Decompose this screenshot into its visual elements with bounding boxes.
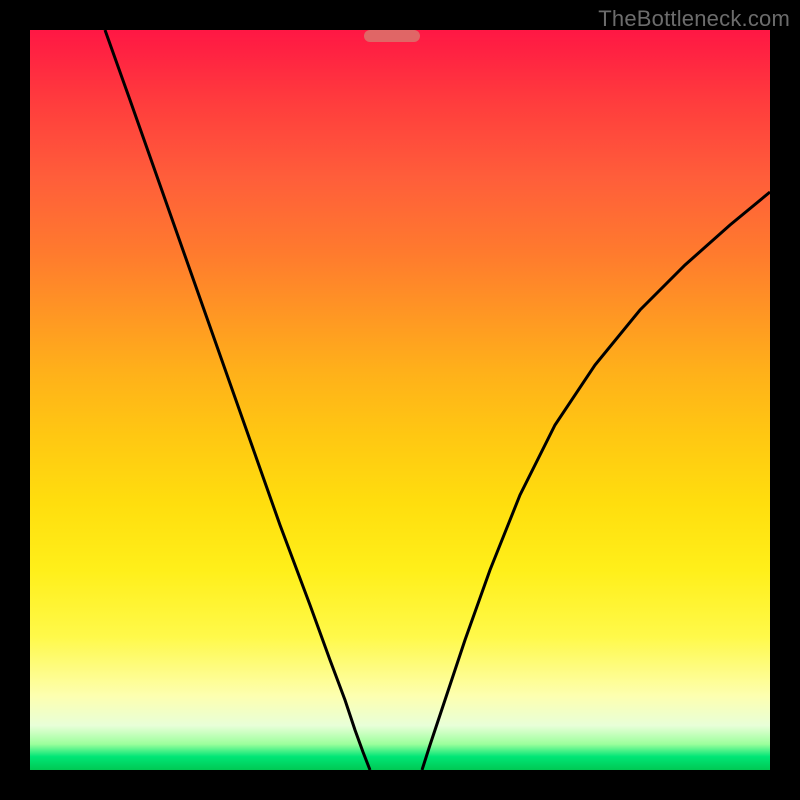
curve-right [422, 192, 770, 770]
curve-left [105, 30, 370, 770]
curve-layer [30, 30, 770, 770]
plot-area [30, 30, 770, 770]
outer-frame: TheBottleneck.com [0, 0, 800, 800]
min-marker [364, 30, 420, 42]
watermark-text: TheBottleneck.com [598, 6, 790, 32]
